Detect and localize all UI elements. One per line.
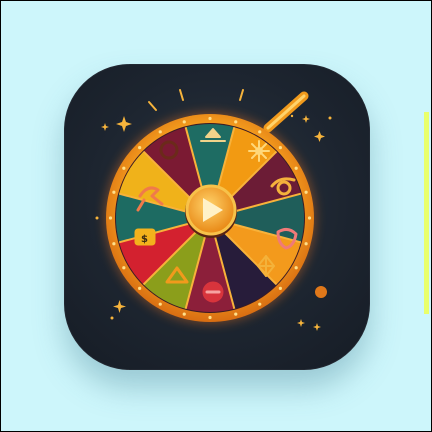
- rim-rivet: [234, 120, 238, 124]
- rim-rivet: [158, 302, 162, 306]
- wheel-pointer: [263, 91, 309, 133]
- rim-rivet: [158, 130, 162, 134]
- circle-minus-icon: [202, 281, 224, 303]
- ticket-icon: $: [134, 228, 156, 246]
- rim-rivet: [307, 216, 312, 220]
- sun-icon: [248, 140, 270, 162]
- rim-rivet: [258, 130, 262, 134]
- rim-rivet: [278, 146, 282, 150]
- rim-rivet: [258, 302, 262, 306]
- spark-rays: [148, 89, 244, 111]
- rim-rivet: [112, 242, 116, 246]
- rim-rivet: [112, 190, 116, 194]
- rim-rivet: [108, 216, 113, 220]
- rim-rivet: [304, 190, 308, 194]
- rim-rivet: [278, 286, 282, 290]
- rim-rivet: [138, 286, 142, 290]
- rim-rivet: [208, 315, 212, 320]
- prize-wheel-art: $: [95, 89, 332, 331]
- rim-rivet: [294, 166, 298, 170]
- rim-rivet: [122, 266, 126, 270]
- rim-rivet: [294, 266, 298, 270]
- rim-rivet: [234, 312, 238, 316]
- rim-rivet: [182, 312, 186, 316]
- svg-text:$: $: [141, 234, 148, 245]
- rim-rivet: [304, 242, 308, 246]
- rim-rivet: [182, 120, 186, 124]
- wheel-knob: [315, 286, 327, 298]
- rim-rivet: [208, 116, 212, 121]
- rim-rivet: [138, 146, 142, 150]
- rim-rivet: [122, 166, 126, 170]
